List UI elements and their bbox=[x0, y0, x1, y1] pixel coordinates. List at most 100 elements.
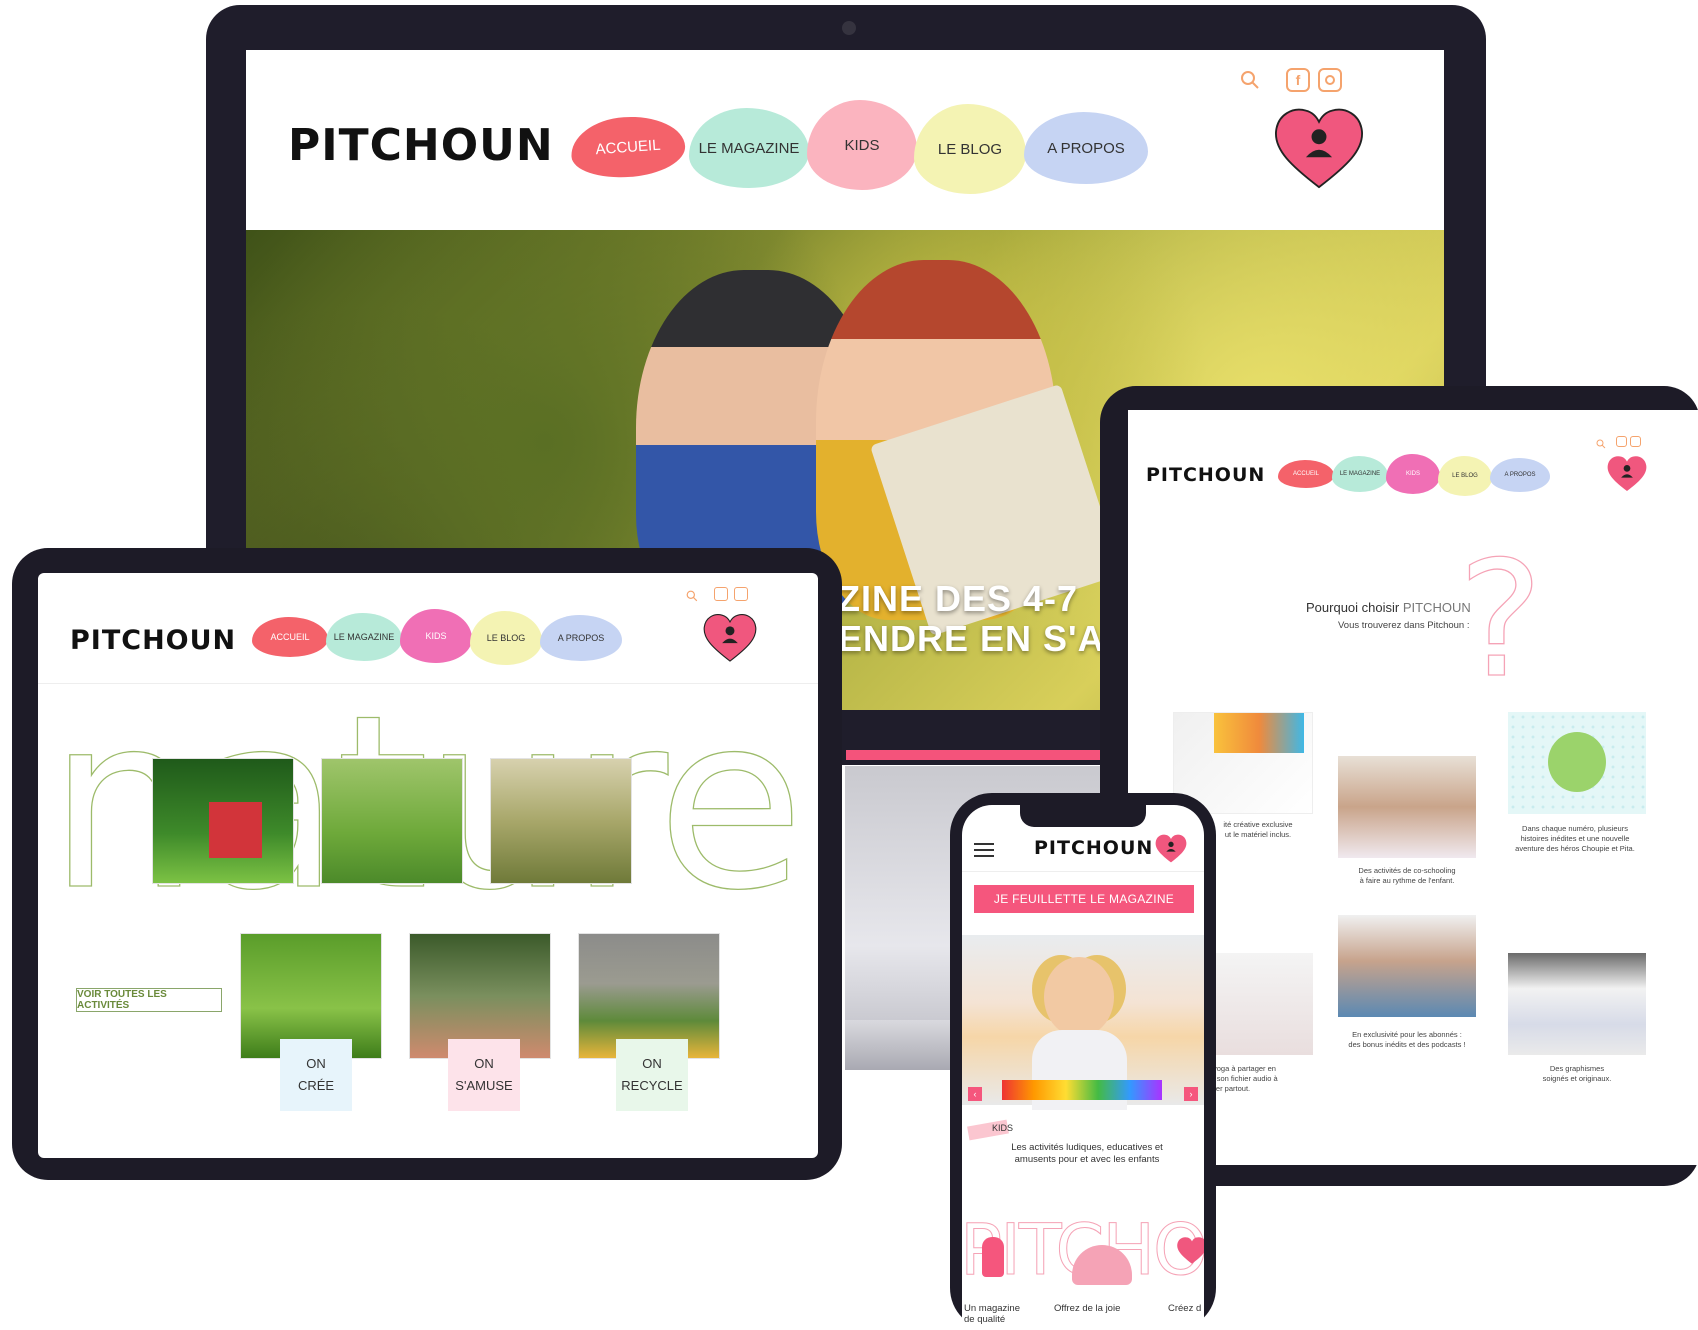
feature-caption-line: aventure des héros Choupie et Pita. bbox=[1515, 844, 1635, 853]
instagram-icon[interactable] bbox=[1630, 436, 1641, 447]
feature-card-image bbox=[1508, 712, 1646, 814]
tag-line: ON bbox=[474, 1056, 494, 1071]
tag-line: ON bbox=[642, 1056, 662, 1071]
menu-icon[interactable] bbox=[974, 839, 994, 861]
tag-on-samuse[interactable]: ON S'AMUSE bbox=[448, 1039, 520, 1111]
feature-caption: Des activités de co-schooling à faire au … bbox=[1333, 866, 1481, 886]
activity-photo-garden bbox=[152, 758, 294, 884]
child-head bbox=[1044, 957, 1114, 1037]
section-heading: Pourquoi choisir PITCHOUN bbox=[1306, 600, 1471, 615]
feature-caption-line: à faire au rythme de l'enfant. bbox=[1359, 876, 1455, 885]
feature-caption: Dans chaque numéro, plusieurs histoires i… bbox=[1500, 824, 1650, 854]
feature-caption-line: En exclusivité pour les abonnés : bbox=[1352, 1030, 1462, 1039]
feature-caption-line: Dans chaque numéro, plusieurs bbox=[1522, 824, 1628, 833]
feature-caption-line: porter partout. bbox=[1203, 1084, 1251, 1093]
user-heart-icon[interactable] bbox=[1272, 105, 1366, 189]
feature-caption-line: soignés et originaux. bbox=[1542, 1074, 1612, 1083]
feature-caption: En exclusivité pour les abonnés : des bon… bbox=[1333, 1030, 1481, 1050]
feature-link-joy[interactable]: Offrez de la joie bbox=[1054, 1303, 1120, 1314]
feature-caption: Des graphismes soignés et originaux. bbox=[1508, 1064, 1646, 1084]
site-logo[interactable]: PITCHOUN bbox=[1146, 464, 1265, 486]
tag-line: CRÉE bbox=[297, 1078, 335, 1093]
browse-magazine-button[interactable]: JE FEUILLETTE LE MAGAZINE bbox=[974, 885, 1194, 913]
instagram-icon[interactable] bbox=[1318, 68, 1342, 92]
view-all-activities-button[interactable]: VOIR TOUTES LES ACTIVITÉS bbox=[76, 988, 222, 1012]
section-text-line: Les activités ludiques, educatives et bbox=[1011, 1142, 1163, 1153]
nav-kids[interactable]: KIDS bbox=[400, 609, 472, 663]
tablet-left-screen: PITCHOUN ACCUEIL LE MAGAZINE KIDS LE BLO… bbox=[38, 573, 818, 1158]
nav-le-blog[interactable]: LE BLOG bbox=[914, 104, 1026, 194]
hero-title-line-2: RENDRE EN S'A bbox=[811, 618, 1105, 659]
user-heart-icon[interactable] bbox=[1154, 833, 1188, 863]
nav-accueil[interactable]: ACCUEIL bbox=[1278, 460, 1334, 488]
search-icon[interactable] bbox=[686, 589, 698, 602]
feature-caption-line: Des graphismes bbox=[1549, 1064, 1605, 1073]
search-icon[interactable] bbox=[1596, 436, 1606, 449]
instagram-icon[interactable] bbox=[734, 587, 748, 601]
feature-link-create[interactable]: Créez d bbox=[1168, 1303, 1201, 1314]
feature-link-magazine[interactable]: Un magazine de qualité bbox=[964, 1303, 1020, 1325]
search-icon[interactable] bbox=[1240, 70, 1260, 90]
facebook-icon[interactable] bbox=[1616, 436, 1627, 447]
feature-link-line: de qualité bbox=[964, 1314, 1006, 1325]
heart-icon bbox=[1176, 1235, 1204, 1265]
site-logo[interactable]: PITCHOUN bbox=[288, 120, 554, 171]
phone-notch bbox=[1020, 805, 1146, 827]
nav-kids[interactable]: KIDS bbox=[807, 100, 917, 190]
feature-caption-line: ut le matériel inclus. bbox=[1224, 830, 1292, 839]
tag-on-cree[interactable]: ON CRÉE bbox=[280, 1039, 352, 1111]
user-heart-icon[interactable] bbox=[1606, 454, 1648, 492]
nav-le-magazine[interactable]: LE MAGAZINE bbox=[1332, 456, 1388, 492]
camera bbox=[842, 21, 856, 35]
nav-accueil[interactable]: ACCUEIL bbox=[569, 113, 687, 181]
facebook-icon[interactable]: f bbox=[1286, 68, 1310, 92]
user-heart-icon[interactable] bbox=[702, 611, 758, 663]
section-text: Les activités ludiques, educatives et amu… bbox=[982, 1142, 1192, 1166]
question-mark-decoration: ? bbox=[1457, 526, 1543, 713]
feature-caption: ité créative exclusive ut le matériel inc… bbox=[1203, 820, 1313, 840]
feature-card-image bbox=[1508, 953, 1646, 1055]
tag-line: ON bbox=[306, 1056, 326, 1071]
tag-on-recycle[interactable]: ON RECYCLE bbox=[616, 1039, 688, 1111]
tag-line: RECYCLE bbox=[621, 1078, 683, 1093]
playhouse bbox=[209, 802, 263, 859]
feature-caption: ité yoga à partager en vec son fichier au… bbox=[1203, 1064, 1313, 1094]
site-logo[interactable]: PITCHOUN bbox=[1034, 837, 1153, 859]
site-logo[interactable]: PITCHOUN bbox=[70, 625, 236, 656]
feature-card-image bbox=[1338, 756, 1476, 858]
feature-caption-line: ité yoga à partager en bbox=[1203, 1064, 1276, 1073]
section-label: KIDS bbox=[992, 1123, 1014, 1133]
arrow-right-icon[interactable]: › bbox=[1184, 1087, 1198, 1101]
nav-accueil[interactable]: ACCUEIL bbox=[252, 617, 328, 657]
nav-le-magazine[interactable]: LE MAGAZINE bbox=[326, 613, 402, 661]
nav-a-propos[interactable]: A PROPOS bbox=[1024, 112, 1148, 184]
nav-a-propos[interactable]: A PROPOS bbox=[1490, 458, 1550, 492]
feature-caption-line: Des activités de co-schooling bbox=[1358, 866, 1456, 875]
hero-title-line-1: AZINE DES 4-7 bbox=[811, 578, 1079, 619]
carousel-image-girl-painting: ‹ › bbox=[962, 935, 1204, 1110]
tag-line: S'AMUSE bbox=[455, 1078, 513, 1093]
activity-photo-running bbox=[321, 758, 463, 884]
phone-screen: PITCHOUN JE FEUILLETTE LE MAGAZINE ‹ › K… bbox=[962, 805, 1204, 1330]
nav-a-propos[interactable]: A PROPOS bbox=[540, 615, 622, 661]
activity-photo-field bbox=[490, 758, 632, 884]
section-heading-brand: PITCHOUN bbox=[1402, 600, 1471, 615]
feature-card-image bbox=[1338, 915, 1476, 1017]
illustration-character bbox=[982, 1237, 1004, 1277]
feature-link-line: Un magazine bbox=[964, 1303, 1020, 1314]
paint-pots bbox=[1002, 1080, 1162, 1100]
section-subheading: Vous trouverez dans Pitchoun : bbox=[1338, 620, 1470, 631]
nav-kids[interactable]: KIDS bbox=[1386, 454, 1440, 494]
feature-caption-line: ité créative exclusive bbox=[1223, 820, 1293, 829]
feature-caption-line: des bonus inédits et des podcasts ! bbox=[1348, 1040, 1466, 1049]
nav-le-magazine[interactable]: LE MAGAZINE bbox=[689, 108, 809, 188]
nav-le-blog[interactable]: LE BLOG bbox=[1438, 456, 1492, 496]
arrow-left-icon[interactable]: ‹ bbox=[968, 1087, 982, 1101]
feature-caption-line: vec son fichier audio à bbox=[1203, 1074, 1278, 1083]
facebook-icon[interactable] bbox=[714, 587, 728, 601]
section-heading-prefix: Pourquoi choisir bbox=[1306, 600, 1403, 615]
nav-le-blog[interactable]: LE BLOG bbox=[470, 611, 542, 665]
feature-caption-line: histoires inédites et une nouvelle bbox=[1520, 834, 1630, 843]
header-divider bbox=[962, 871, 1204, 872]
section-text-line: amusents pour et avec les enfants bbox=[1014, 1154, 1160, 1165]
